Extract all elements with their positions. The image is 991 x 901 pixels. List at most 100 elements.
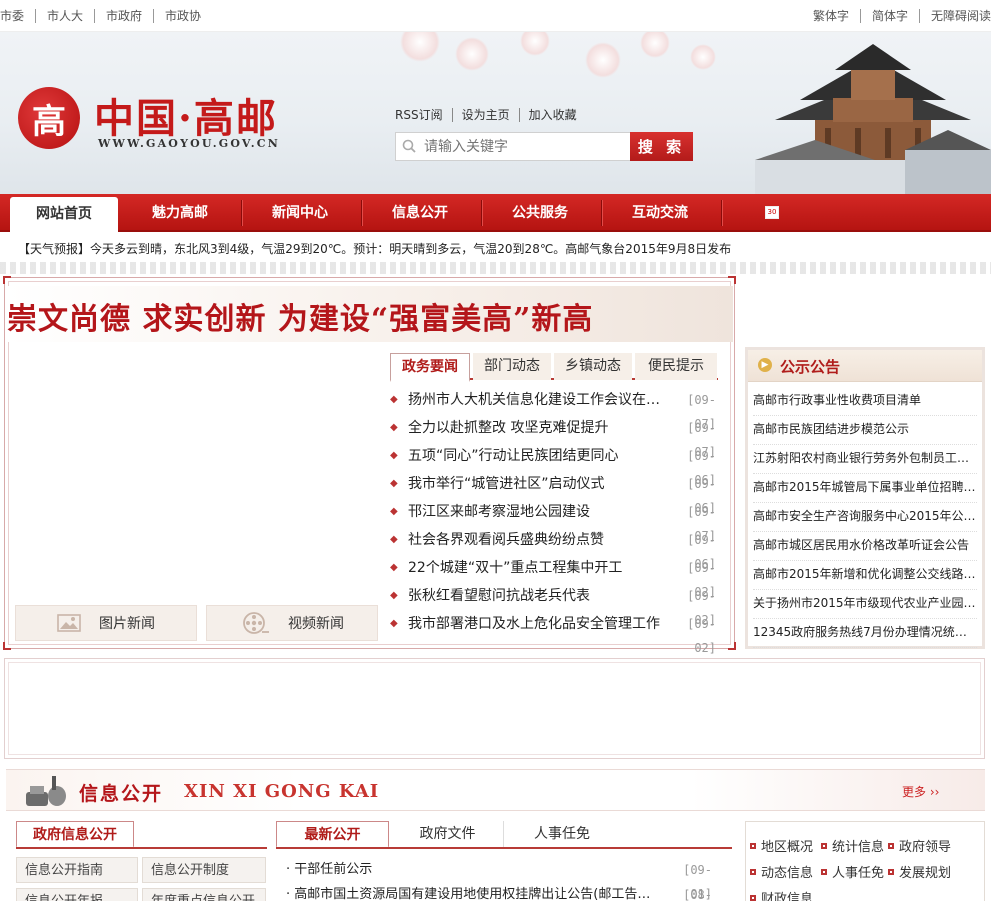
diamond-bullet-icon: ◆	[390, 506, 398, 517]
category-statistics[interactable]: 统计信息	[821, 836, 884, 855]
category-government-leaders[interactable]: 政府领导	[888, 836, 951, 855]
news-title[interactable]: 全力以赴抓整改 攻坚克难促提升	[408, 416, 668, 444]
top-link-shirenda[interactable]: 市人大	[35, 9, 94, 23]
diamond-bullet-icon: ◆	[390, 394, 398, 405]
annual-key-info-button[interactable]: 年度重点信息公开	[142, 888, 266, 901]
news-title[interactable]: 22个城建“双十”重点工程集中开工	[408, 556, 668, 584]
simplified-chinese-link[interactable]: 简体字	[859, 9, 919, 23]
news-title[interactable]: 五项“同心”行动让民族团结更同心	[408, 444, 668, 472]
top-link-shizhengxie[interactable]: 市政协	[153, 9, 212, 23]
tab-latest-disclosure[interactable]: 最新公开	[276, 821, 389, 848]
category-label: 地区概况	[761, 840, 814, 855]
tab-government-documents[interactable]: 政府文件	[392, 821, 504, 848]
accessibility-link[interactable]: 无障碍阅读	[918, 9, 991, 23]
tab-government-news[interactable]: 政务要闻	[390, 353, 470, 382]
news-list: ◆ 扬州市人大机关信息化建设工作会议在高邮召开 [09-07] ◆ 全力以赴抓整改 攻…	[390, 388, 716, 655]
news-item[interactable]: ◆ 全力以赴抓整改 攻坚克难促提升 [09-07]	[390, 416, 716, 459]
news-date: [09-07]	[687, 393, 716, 431]
top-link-shizhengfu[interactable]: 市政府	[94, 9, 153, 23]
more-link[interactable]: 更多 ››	[902, 783, 939, 800]
latest-disclosure-list: · 干部任前公示 [09-01] · 高邮市国土资源局国有建设用地使用权挂牌出让公…	[286, 858, 712, 901]
frame-corner	[728, 276, 736, 284]
tab-township-news[interactable]: 乡镇动态	[554, 353, 632, 380]
search-button[interactable]: 搜 索	[630, 132, 693, 161]
notice-item[interactable]: 高邮市2015年新增和优化调整公交线路公示	[753, 561, 977, 590]
category-personnel[interactable]: 人事任免	[821, 862, 884, 881]
news-item[interactable]: ◆ 邗江区来邮考察湿地公园建设 [09-07]	[390, 500, 716, 543]
traditional-chinese-link[interactable]: 繁体字	[802, 9, 860, 23]
video-news-tab[interactable]: 视频新闻	[206, 605, 378, 641]
news-title[interactable]: 我市举行“城管进社区”启动仪式	[408, 472, 668, 500]
list-item[interactable]: · 干部任前公示 [09-01]	[286, 858, 712, 901]
square-bullet-icon	[888, 868, 894, 875]
category-label: 发展规划	[899, 866, 952, 881]
top-links-left: 市委 市人大 市政府 市政协	[0, 9, 212, 23]
banner-slogan: 崇文尚德 求实创新 为建设“强富美高”新高	[7, 302, 594, 337]
nav-home[interactable]: 网站首页	[10, 197, 118, 232]
search-input[interactable]	[424, 137, 624, 157]
news-title[interactable]: 邗江区来邮考察湿地公园建设	[408, 500, 668, 528]
tab-public-tips[interactable]: 便民提示	[635, 353, 717, 380]
notice-item[interactable]: 高邮市城区居民用水价格改革听证会公告	[753, 532, 977, 561]
weather-forecast: 【天气预报】今天多云到晴，东北风3到4级，气温29到20℃。预计：明天晴到多云，…	[18, 242, 732, 256]
item-date: [08-20]	[683, 888, 712, 901]
top-link-shiwei[interactable]: 市委	[0, 9, 35, 23]
news-item[interactable]: ◆ 22个城建“双十”重点工程集中开工 [09-02]	[390, 556, 716, 599]
news-title[interactable]: 社会各界观看阅兵盛典纷纷点赞	[408, 528, 668, 556]
nav-charm-gaoyou[interactable]: 魅力高邮	[122, 196, 238, 230]
notice-item[interactable]: 江苏射阳农村商业银行劳务外包制员工招聘公告	[753, 445, 977, 474]
item-title[interactable]: · 干部任前公示	[286, 858, 662, 883]
nav-public-service[interactable]: 公共服务	[482, 196, 598, 230]
category-development-plan[interactable]: 发展规划	[888, 862, 951, 881]
item-title[interactable]: · 高邮市国土资源局国有建设用地使用权挂牌出让公告(邮工告字〔2015〕)	[286, 883, 662, 901]
square-bullet-icon	[821, 842, 827, 849]
ad-banner-area[interactable]	[4, 658, 985, 759]
picture-news-tab[interactable]: 图片新闻	[15, 605, 197, 641]
photo-slideshow-area[interactable]	[10, 345, 382, 600]
info-guide-button[interactable]: 信息公开指南	[16, 857, 138, 883]
nav-interaction[interactable]: 互动交流	[602, 196, 718, 230]
square-bullet-icon	[888, 842, 894, 849]
diamond-bullet-icon: ◆	[390, 562, 398, 573]
news-item[interactable]: ◆ 扬州市人大机关信息化建设工作会议在高邮召开 [09-07]	[390, 388, 716, 431]
calendar-icon[interactable]: 30	[765, 206, 779, 219]
category-finance-info[interactable]: 财政信息	[750, 888, 813, 901]
notice-item[interactable]: 高邮市民族团结进步模范公示	[753, 416, 977, 445]
notice-item[interactable]: 高邮市行政事业性收费项目清单	[753, 387, 977, 416]
notice-item[interactable]: 高邮市2015年城管局下属事业单位招聘公告	[753, 474, 977, 503]
news-title[interactable]: 扬州市人大机关信息化建设工作会议在高邮召开	[408, 388, 668, 416]
notice-item[interactable]: 12345政府服务热线7月份办理情况统计通报	[753, 619, 977, 648]
rss-link[interactable]: RSS订阅	[395, 108, 452, 122]
info-annual-report-button[interactable]: 信息公开年报	[16, 888, 138, 901]
set-homepage-link[interactable]: 设为主页	[451, 108, 519, 122]
tab-department-news[interactable]: 部门动态	[473, 353, 551, 380]
category-dynamic-info[interactable]: 动态信息	[750, 862, 813, 881]
diamond-bullet-icon: ◆	[390, 422, 398, 433]
notice-item[interactable]: 高邮市安全生产咨询服务中心2015年公开招聘	[753, 503, 977, 532]
news-item[interactable]: ◆ 我市举行“城管进社区”启动仪式 [09-06]	[390, 472, 716, 515]
picture-news-label: 图片新闻	[99, 616, 155, 632]
news-item[interactable]: ◆ 五项“同心”行动让民族团结更同心 [09-06]	[390, 444, 716, 487]
diamond-bullet-icon: ◆	[390, 618, 398, 629]
news-item[interactable]: ◆ 我市部署港口及水上危化品安全管理工作 [09-02]	[390, 612, 716, 655]
news-title[interactable]: 张秋红看望慰问抗战老兵代表	[408, 584, 668, 612]
nav-news-center[interactable]: 新闻中心	[242, 196, 358, 230]
news-title[interactable]: 我市部署港口及水上危化品安全管理工作	[408, 612, 668, 640]
list-item[interactable]: · 高邮市国土资源局国有建设用地使用权挂牌出让公告(邮工告字〔2015〕) [08…	[286, 883, 712, 901]
logo-seal-icon[interactable]: 高	[18, 87, 80, 149]
notice-item[interactable]: 关于扬州市2015年市级现代农业产业园区公示	[753, 590, 977, 619]
scroll-cup-icon	[26, 776, 66, 806]
tab-government-info[interactable]: 政府信息公开	[16, 821, 134, 848]
site-header: 高 中国·高邮 WWW.GAOYOU.GOV.CN RSS订阅 设为主页 加入收…	[0, 32, 991, 194]
news-item[interactable]: ◆ 张秋红看望慰问抗战老兵代表 [09-02]	[390, 584, 716, 627]
nav-info-disclosure[interactable]: 信息公开	[362, 196, 478, 230]
square-bullet-icon	[821, 868, 827, 875]
category-regional-overview[interactable]: 地区概况	[750, 836, 813, 855]
tab-personnel-appointments[interactable]: 人事任免	[506, 821, 618, 848]
square-bullet-icon	[750, 894, 756, 901]
news-item[interactable]: ◆ 社会各界观看阅兵盛典纷纷点赞 [09-06]	[390, 528, 716, 571]
site-logo-title[interactable]: 中国·高邮	[94, 86, 278, 144]
blossom-decoration	[640, 32, 670, 58]
add-favorite-link[interactable]: 加入收藏	[518, 108, 586, 122]
info-system-button[interactable]: 信息公开制度	[142, 857, 266, 883]
